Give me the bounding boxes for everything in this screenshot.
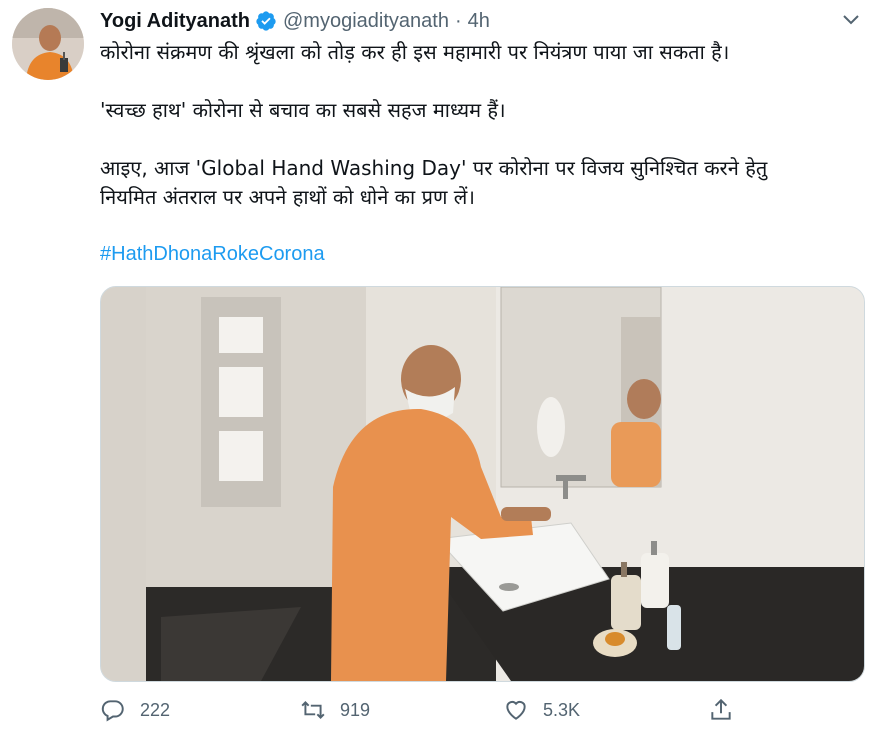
- retweet-icon: [301, 701, 325, 719]
- tweet-text-line: आइए, आज 'Global Hand Washing Day' पर कोर…: [100, 156, 768, 180]
- avatar[interactable]: [12, 8, 84, 80]
- tweet-text-line: 'स्वच्छ हाथ' कोरोना से बचाव का सबसे सहज …: [100, 98, 506, 122]
- heart-icon: [506, 700, 526, 720]
- separator-dot: ·: [454, 9, 462, 32]
- tweet-text-line: नियमित अंतराल पर अपने हाथों को धोने का प…: [100, 185, 475, 209]
- author-handle[interactable]: @myogiadityanath: [283, 10, 449, 33]
- reply-count: 222: [140, 699, 171, 720]
- tweet-photo[interactable]: [100, 286, 865, 682]
- photo-image: [101, 287, 864, 681]
- reply-button[interactable]: 222: [100, 692, 170, 728]
- avatar-image: [12, 8, 84, 80]
- reply-icon: [101, 700, 124, 722]
- like-button[interactable]: 5.3K: [503, 692, 580, 728]
- share-icon: [711, 698, 731, 720]
- verified-badge-icon: [255, 10, 277, 32]
- hashtag-link[interactable]: #HathDhonaRokeCorona: [100, 243, 325, 266]
- timestamp[interactable]: 4h: [468, 10, 490, 33]
- tweet-actions: 222 919 5.3K: [100, 692, 750, 728]
- retweet-count: 919: [340, 699, 371, 720]
- tweet-header: Yogi Adityanath @myogiadityanath · 4h: [100, 6, 823, 36]
- share-button[interactable]: [708, 692, 748, 728]
- tweet-text-line: कोरोना संक्रमण की श्रृंखला को तोड़ कर ही…: [100, 40, 730, 64]
- author-name[interactable]: Yogi Adityanath: [100, 10, 250, 33]
- chevron-down-icon[interactable]: [839, 8, 863, 32]
- retweet-button[interactable]: 919: [300, 692, 370, 728]
- like-count: 5.3K: [543, 699, 581, 720]
